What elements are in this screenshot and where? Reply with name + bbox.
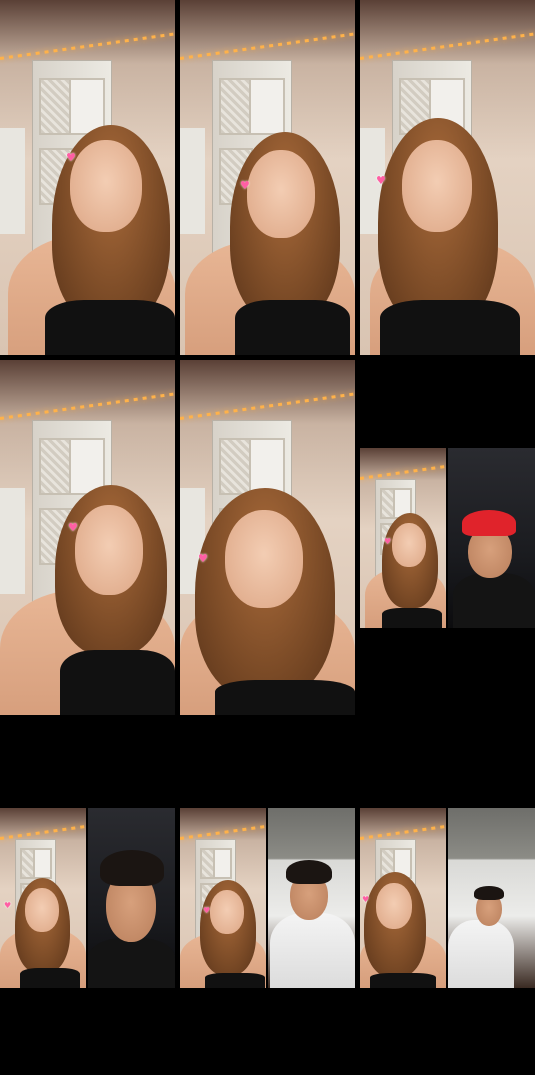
shelf bbox=[180, 127, 205, 235]
video-tile-4: ♥ bbox=[0, 360, 175, 715]
person-face bbox=[225, 510, 303, 608]
person-top bbox=[235, 300, 350, 355]
shelf bbox=[0, 127, 25, 235]
heart-sticker-icon: ♥ bbox=[203, 906, 211, 915]
heart-sticker-icon: ♥ bbox=[384, 537, 392, 546]
guest-hair bbox=[100, 850, 164, 886]
guest-hair bbox=[286, 860, 332, 884]
person-top bbox=[215, 680, 355, 715]
heart-sticker-icon: ♥ bbox=[198, 552, 208, 565]
person-face bbox=[70, 140, 142, 232]
guest-cap bbox=[462, 510, 516, 536]
video-tile-8-host: ♥ bbox=[180, 808, 266, 988]
guest-shirt bbox=[270, 913, 355, 988]
video-tile-1: ♥ bbox=[0, 0, 175, 355]
person-top bbox=[380, 300, 520, 355]
video-tile-7-guest bbox=[88, 808, 175, 988]
guest-shirt bbox=[448, 920, 514, 988]
person-top bbox=[45, 300, 175, 355]
video-tile-9-guest bbox=[448, 808, 535, 988]
video-tile-6-guest bbox=[448, 448, 535, 628]
video-tile-8-guest bbox=[268, 808, 355, 988]
video-tile-5: ♥ bbox=[180, 360, 355, 715]
shelf bbox=[0, 487, 25, 595]
person-face bbox=[210, 890, 244, 934]
person-face bbox=[75, 505, 143, 595]
video-tile-6-host: ♥ bbox=[360, 448, 446, 628]
guest-hair bbox=[474, 886, 504, 900]
person-face bbox=[25, 888, 59, 932]
video-tile-3: ♥ bbox=[360, 0, 535, 355]
person-top bbox=[60, 650, 175, 715]
person-top bbox=[205, 973, 265, 988]
heart-sticker-icon: ♥ bbox=[68, 521, 78, 534]
person-face bbox=[376, 883, 412, 929]
person-top bbox=[382, 608, 442, 628]
heart-sticker-icon: ♥ bbox=[376, 174, 386, 187]
person-top bbox=[370, 973, 436, 988]
person-face bbox=[402, 140, 472, 232]
video-tile-2: ♥ bbox=[180, 0, 355, 355]
person-face bbox=[392, 523, 426, 567]
person-face bbox=[247, 150, 315, 238]
video-tile-9-host: ♥ bbox=[360, 808, 446, 988]
guest-shirt bbox=[88, 938, 175, 988]
heart-sticker-icon: ♥ bbox=[240, 179, 250, 192]
person-top bbox=[20, 968, 80, 988]
heart-sticker-icon: ♥ bbox=[4, 901, 12, 910]
guest-shirt bbox=[453, 573, 535, 628]
heart-sticker-icon: ♥ bbox=[66, 151, 76, 164]
video-tile-7-host: ♥ bbox=[0, 808, 86, 988]
heart-sticker-icon: ♥ bbox=[362, 895, 370, 904]
